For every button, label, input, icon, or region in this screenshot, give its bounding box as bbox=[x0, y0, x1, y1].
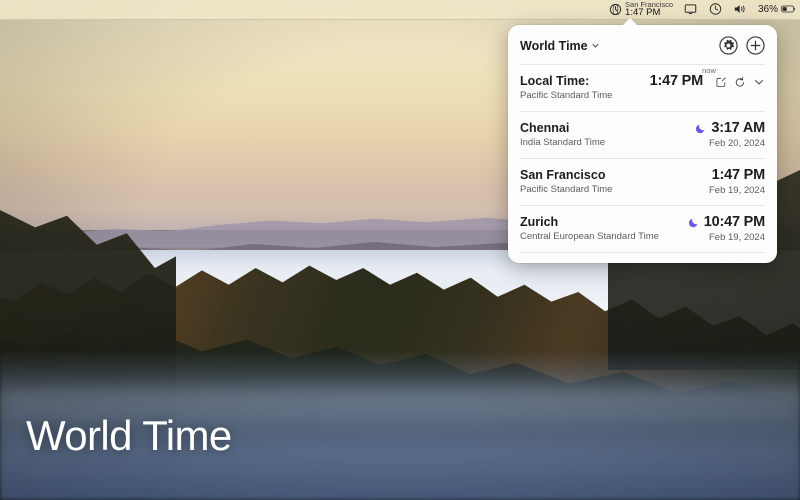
now-label: now bbox=[701, 66, 716, 75]
moon-icon bbox=[696, 125, 705, 134]
clock-date: Feb 19, 2024 bbox=[709, 184, 765, 196]
popup-title-label: World Time bbox=[520, 38, 588, 53]
table-row[interactable]: San Francisco Pacific Standard Time 1:47… bbox=[508, 159, 777, 205]
clock-zone: Pacific Standard Time bbox=[520, 184, 613, 196]
local-time-actions bbox=[715, 76, 765, 88]
chevron-down-icon bbox=[592, 43, 599, 48]
local-time-value: 1:47 PM bbox=[649, 73, 704, 89]
time-machine-icon[interactable] bbox=[708, 2, 723, 16]
local-time-value-group: 1:47 PM bbox=[649, 73, 765, 90]
clock-date: Feb 19, 2024 bbox=[709, 231, 765, 243]
volume-icon[interactable] bbox=[733, 2, 748, 16]
clock-city: Zurich bbox=[520, 214, 559, 229]
plus-icon[interactable] bbox=[746, 36, 765, 55]
clock-time-group: 1:47 PM bbox=[711, 166, 766, 184]
local-time-row[interactable]: Local Time: Pacific Standard Time now 1:… bbox=[508, 65, 777, 111]
menubar-battery-item[interactable]: 36% bbox=[758, 2, 796, 16]
menubar-clock-time: 1:47 PM bbox=[625, 7, 661, 19]
reset-arrow-icon[interactable] bbox=[734, 76, 746, 88]
local-time-label: Local Time: bbox=[520, 74, 590, 88]
clock-labels: Zurich Central European Standard Time bbox=[520, 215, 659, 243]
clock-zone: Central European Standard Time bbox=[520, 230, 659, 242]
local-time-zone: Pacific Standard Time bbox=[520, 90, 613, 102]
clock-city: Chennai bbox=[520, 120, 570, 135]
gear-icon[interactable] bbox=[719, 36, 738, 55]
world-time-popup: World Time Local Time: Pacific Standard … bbox=[508, 18, 777, 263]
clock-values: 3:17 AM Feb 20, 2024 bbox=[695, 119, 765, 149]
menu-bar: San Francisco 1:47 PM 36% bbox=[0, 0, 800, 20]
clock-time: 10:47 PM bbox=[703, 213, 765, 230]
popup-title-menu[interactable]: World Time bbox=[520, 39, 600, 53]
world-clock-icon bbox=[609, 3, 622, 16]
edit-square-icon[interactable] bbox=[715, 76, 727, 88]
clock-labels: San Francisco Pacific Standard Time bbox=[520, 168, 612, 196]
clock-time-group: 3:17 AM bbox=[695, 119, 765, 137]
battery-percent-label: 36% bbox=[757, 3, 778, 15]
popup-pointer-notch bbox=[622, 18, 638, 26]
table-row[interactable]: Zurich Central European Standard Time 10… bbox=[508, 206, 777, 252]
table-row[interactable]: Chennai India Standard Time 3:17 AM Feb … bbox=[508, 112, 777, 158]
page-title: World Time bbox=[26, 412, 232, 459]
battery-icon bbox=[781, 6, 796, 13]
popup-header-actions bbox=[719, 36, 765, 55]
clock-zone: India Standard Time bbox=[520, 137, 606, 149]
clock-time: 1:47 PM bbox=[711, 166, 766, 183]
clock-values: 1:47 PM Feb 19, 2024 bbox=[709, 166, 766, 196]
clock-labels: Chennai India Standard Time bbox=[520, 121, 605, 149]
clock-date: Feb 20, 2024 bbox=[709, 137, 765, 149]
local-time-right: now 1:47 PM bbox=[649, 66, 765, 90]
moon-icon bbox=[688, 218, 697, 228]
menubar-world-clock-item[interactable]: San Francisco 1:47 PM bbox=[609, 1, 673, 18]
clock-time: 3:17 AM bbox=[711, 119, 765, 136]
clock-time-group: 10:47 PM bbox=[688, 213, 765, 231]
popup-header: World Time bbox=[508, 25, 777, 64]
popup-footer bbox=[508, 253, 777, 263]
chevron-down-icon[interactable] bbox=[753, 76, 765, 88]
screen-mirroring-icon[interactable] bbox=[683, 2, 698, 16]
local-time-labels: Local Time: Pacific Standard Time bbox=[520, 74, 612, 102]
menubar-status-area: San Francisco 1:47 PM 36% bbox=[609, 1, 800, 18]
clock-city: San Francisco bbox=[520, 167, 606, 182]
clock-values: 10:47 PM Feb 19, 2024 bbox=[688, 213, 765, 243]
